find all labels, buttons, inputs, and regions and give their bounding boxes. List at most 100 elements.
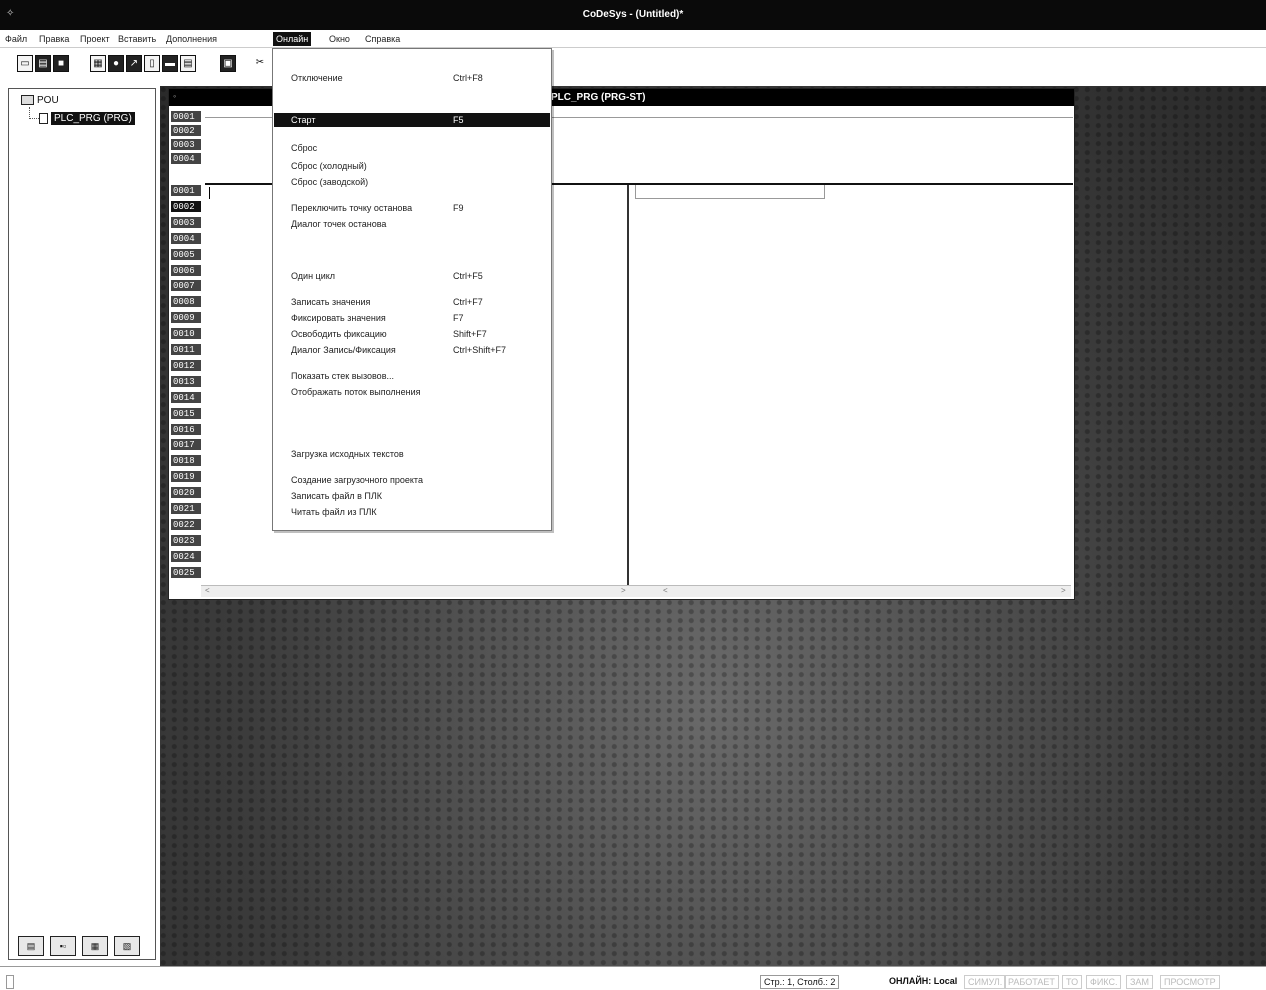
- horizontal-scrollbar[interactable]: < > < >: [201, 585, 1071, 597]
- declaration-line-number: 0002: [171, 125, 201, 137]
- menu-item-5[interactable]: Переключить точку останова F9: [274, 201, 550, 215]
- menu-edit[interactable]: Правка: [36, 32, 72, 46]
- scroll-right-arrow-icon[interactable]: >: [621, 586, 626, 595]
- menu-item-0[interactable]: Отключение Ctrl+F8: [274, 71, 550, 85]
- scissors-icon[interactable]: ✂: [252, 55, 268, 72]
- declaration-line-number: 0003: [171, 139, 201, 151]
- menu-project[interactable]: Проект: [77, 32, 113, 46]
- folder-icon: [21, 95, 34, 106]
- menu-item-label: Отключение: [291, 73, 343, 83]
- code-line-number: 0008: [171, 296, 201, 309]
- code-line-number: 0020: [171, 487, 201, 500]
- menu-item-17[interactable]: Читать файл из ПЛК: [274, 505, 550, 519]
- menu-item-10[interactable]: Освободить фиксацию Shift+F7: [274, 327, 550, 341]
- run-icon[interactable]: ▯: [144, 55, 160, 72]
- status-bar: Стр.: 1, Столб.: 2 ОНЛАЙН: Local СИМУЛ. …: [0, 966, 1266, 990]
- menu-file[interactable]: Файл: [2, 32, 30, 46]
- menu-item-label: Отображать поток выполнения: [291, 387, 421, 397]
- stop-icon[interactable]: ▬: [162, 55, 178, 72]
- menu-insert[interactable]: Вставить: [115, 32, 159, 46]
- menu-item-11[interactable]: Диалог Запись/Фиксация Ctrl+Shift+F7: [274, 343, 550, 357]
- status-left-field: [6, 975, 14, 989]
- new-icon[interactable]: ▭: [17, 55, 33, 72]
- build-icon[interactable]: ▦: [90, 55, 106, 72]
- menu-item-label: Загрузка исходных текстов: [291, 449, 404, 459]
- menu-item-label: Записать файл в ПЛК: [291, 491, 383, 501]
- watch-splitter[interactable]: [627, 185, 629, 597]
- menu-item-shortcut: Ctrl+F8: [453, 73, 483, 83]
- code-line-number: 0009: [171, 312, 201, 325]
- tree-connector: [29, 107, 39, 119]
- code-line-number: 0018: [171, 455, 201, 468]
- code-line-number: 0013: [171, 375, 201, 388]
- tree-node-plc-prg[interactable]: PLC_PRG (PRG): [39, 112, 135, 126]
- save-icon[interactable]: ■: [53, 55, 69, 72]
- watch-cell: [635, 185, 825, 199]
- menu-item-12[interactable]: Показать стек вызовов...: [274, 369, 550, 383]
- login-icon[interactable]: ●: [108, 55, 124, 72]
- text-caret: [209, 187, 210, 199]
- scroll-left-arrow-icon[interactable]: <: [205, 586, 210, 595]
- status-overwrite: ЗАМ: [1126, 975, 1153, 989]
- menu-help[interactable]: Справка: [362, 32, 403, 46]
- menu-item-8[interactable]: Записать значения Ctrl+F7: [274, 295, 550, 309]
- tab-datatypes-icon[interactable]: ▪▫: [50, 936, 76, 956]
- menu-item-label: Переключить точку останова: [291, 203, 413, 213]
- code-line-number: 0005: [171, 248, 201, 261]
- editor-system-icon[interactable]: ◦: [173, 91, 176, 101]
- tree-node-label: PLC_PRG (PRG): [51, 112, 135, 126]
- menu-extras[interactable]: Дополнения: [163, 32, 220, 46]
- code-line-number: 0012: [171, 359, 201, 372]
- code-line-number: 0014: [171, 391, 201, 404]
- menu-item-2[interactable]: Сброс: [274, 141, 550, 155]
- code-line-number: 0004: [171, 232, 201, 245]
- code-line-number: 0011: [171, 344, 201, 356]
- menu-item-9[interactable]: Фиксировать значения F7: [274, 311, 550, 325]
- tab-visualizations-icon[interactable]: ▦: [82, 936, 108, 956]
- menu-item-shortcut: Ctrl+F5: [453, 271, 483, 281]
- menu-window[interactable]: Окно: [326, 32, 353, 46]
- code-line-number: 0025: [171, 566, 201, 579]
- menu-item-shortcut: F5: [453, 115, 464, 125]
- menu-item-16[interactable]: Записать файл в ПЛК: [274, 489, 550, 503]
- status-sim: СИМУЛ.: [964, 975, 1007, 989]
- menu-item-15[interactable]: Создание загрузочного проекта: [274, 473, 550, 487]
- menu-item-6[interactable]: Диалог точек останова: [274, 217, 550, 231]
- status-running: РАБОТАЕТ: [1004, 975, 1059, 989]
- code-line-number: 0007: [171, 280, 201, 293]
- online-menu-dropdown: Отключение Ctrl+F8 Старт F5 Сброс Сброс (холо…: [272, 48, 552, 531]
- cut-icon[interactable]: ▣: [220, 55, 236, 72]
- menu-online[interactable]: Онлайн: [273, 32, 312, 46]
- watch-scroll-left-arrow-icon[interactable]: <: [663, 586, 668, 595]
- tab-pous-icon[interactable]: ▤: [18, 936, 44, 956]
- watch-scroll-right-arrow-icon[interactable]: >: [1061, 586, 1066, 595]
- tree-root-label: POU: [37, 95, 59, 106]
- declaration-line-number: 0004: [171, 153, 201, 165]
- menu-item-shortcut: F9: [453, 203, 464, 213]
- status-position: Стр.: 1, Столб.: 2: [760, 975, 840, 989]
- menu-item-13[interactable]: Отображать поток выполнения: [274, 385, 550, 399]
- menu-item-label: Диалог точек останова: [291, 219, 387, 229]
- open-icon[interactable]: ▤: [35, 55, 51, 72]
- menu-item-label: Освободить фиксацию: [291, 329, 387, 339]
- code-line-number: 0022: [171, 518, 201, 531]
- menu-item-label: Старт: [291, 115, 316, 125]
- menu-item-7[interactable]: Один цикл Ctrl+F5: [274, 269, 550, 283]
- menu-item-label: Сброс: [291, 143, 318, 153]
- menu-item-label: Сброс (холодный): [291, 161, 367, 171]
- menu-item-14[interactable]: Загрузка исходных текстов: [274, 447, 550, 461]
- tab-resources-icon[interactable]: ▧: [114, 936, 140, 956]
- menu-item-label: Создание загрузочного проекта: [291, 475, 423, 485]
- menu-item-shortcut: Shift+F7: [453, 329, 487, 339]
- code-line-number: 0019: [171, 471, 201, 484]
- menu-item-label: Показать стек вызовов...: [291, 371, 394, 381]
- menu-item-shortcut: F7: [453, 313, 464, 323]
- tree-root-pou[interactable]: POU: [21, 95, 59, 106]
- logout-icon[interactable]: ↗: [126, 55, 142, 72]
- menu-item-1[interactable]: Старт F5: [274, 113, 550, 127]
- menu-item-3[interactable]: Сброс (холодный): [274, 159, 550, 173]
- menu-item-4[interactable]: Сброс (заводской): [274, 175, 550, 189]
- code-line-number: 0024: [171, 550, 201, 563]
- status-force: ФИКС.: [1086, 975, 1122, 989]
- print-icon[interactable]: ▤: [180, 55, 196, 72]
